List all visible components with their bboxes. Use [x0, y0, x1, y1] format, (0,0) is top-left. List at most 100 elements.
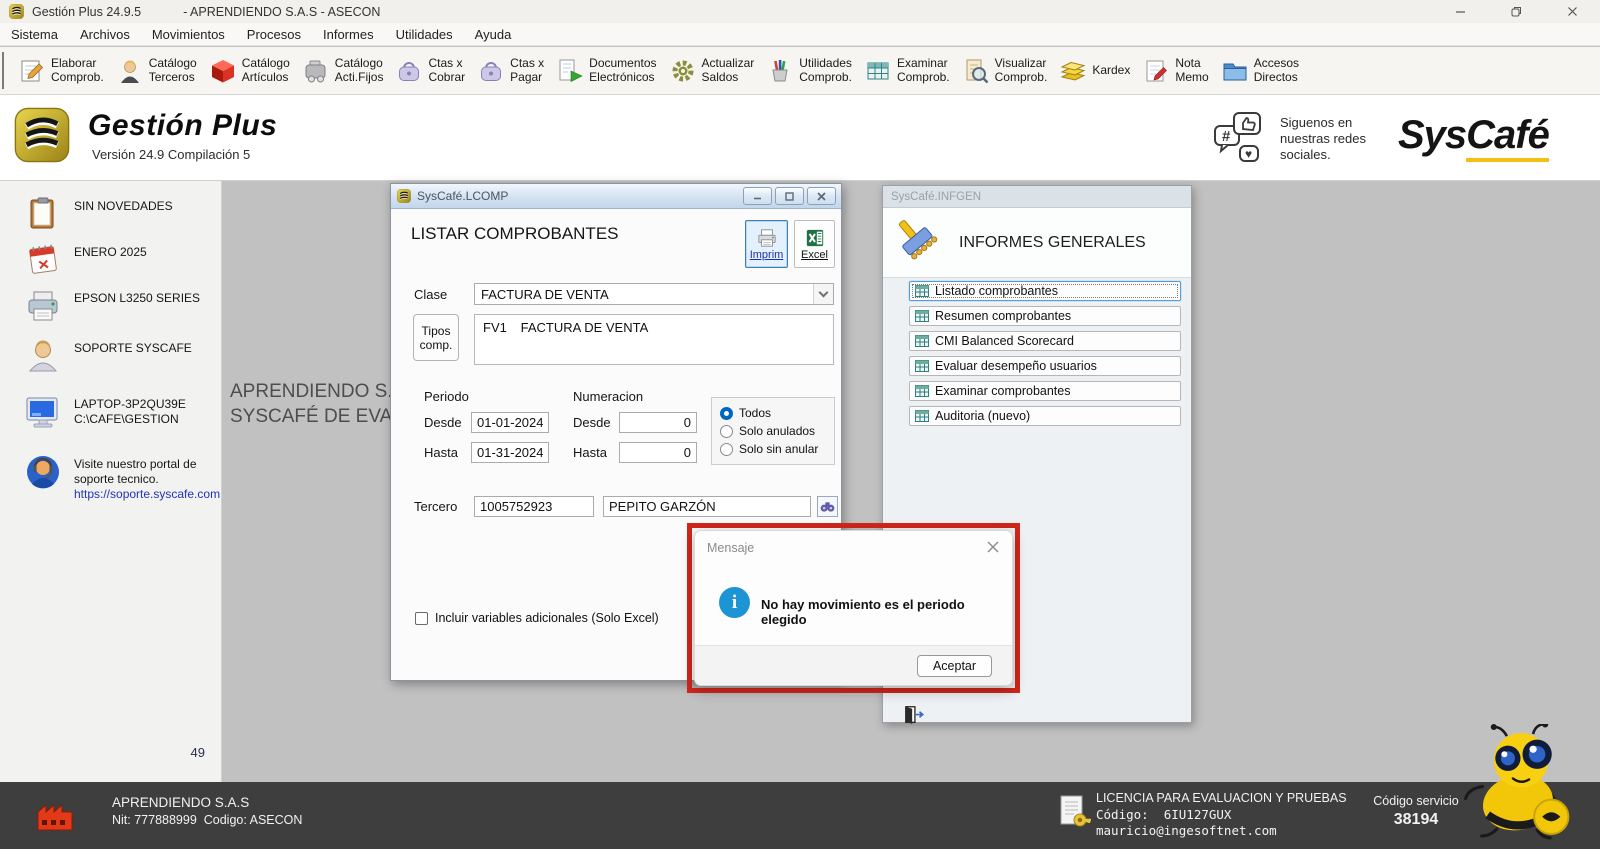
gear-icon	[669, 57, 697, 85]
machine-icon	[302, 57, 330, 85]
tipos-comp-button[interactable]: Tipos comp.	[413, 314, 459, 361]
service-code-value: 38194	[1358, 811, 1474, 829]
toolbar-catalogo-terceros[interactable]: CatálogoTerceros	[110, 55, 203, 87]
soporte-link[interactable]: https://soporte.syscafe.com	[74, 487, 220, 501]
numeracion-hasta-label: Hasta	[573, 445, 607, 460]
restore-button[interactable]	[1488, 0, 1544, 23]
numeracion-hasta-input[interactable]	[619, 442, 697, 463]
purse-icon	[395, 57, 423, 85]
radio-solo-anulados[interactable]: Solo anulados	[720, 422, 834, 440]
toolbar-catalogo-actifijos[interactable]: CatálogoActi.Fijos	[296, 55, 390, 87]
brand-header: Gestión Plus Versión 24.9 Compilación 5 …	[0, 95, 1600, 181]
menu-ayuda[interactable]: Ayuda	[464, 23, 523, 45]
incluir-variables-checkbox[interactable]: Incluir variables adicionales (Solo Exce…	[415, 611, 659, 625]
tipos-list[interactable]: FV1 FACTURA DE VENTA	[474, 314, 834, 365]
imprimir-button[interactable]: Imprim	[745, 220, 788, 268]
evaluar-desempeno-button[interactable]: Evaluar desempeño usuarios	[909, 356, 1181, 376]
lcomp-maximize-button[interactable]	[775, 187, 804, 205]
dialog-close-icon[interactable]	[986, 540, 1000, 554]
listado-comprobantes-button[interactable]: Listado comprobantes	[909, 281, 1181, 301]
periodo-desde-input[interactable]	[471, 412, 549, 433]
sidebar-item-periodo[interactable]: ENERO 2025	[24, 241, 147, 279]
sidebar-item-printer[interactable]: EPSON L3250 SERIES	[24, 287, 200, 325]
radio-icon[interactable]	[720, 443, 733, 456]
toolbar-kardex[interactable]: Kardex	[1053, 55, 1136, 87]
excel-icon	[805, 228, 825, 248]
checkbox-icon[interactable]	[415, 612, 428, 625]
lcomp-minimize-button[interactable]	[743, 187, 772, 205]
lcomp-titlebar[interactable]: SysCafé.LCOMP	[391, 184, 841, 209]
minimize-button[interactable]	[1432, 0, 1488, 23]
numeracion-desde-input[interactable]	[619, 412, 697, 433]
application-window: Gestión Plus 24.9.5 - APRENDIENDO S.A.S …	[0, 0, 1600, 849]
toolbar-utilidades-comprob[interactable]: UtilidadesComprob.	[760, 55, 858, 87]
toolbar-ctas-cobrar[interactable]: Ctas xCobrar	[389, 55, 471, 87]
statusbar-company: APRENDIENDO S.A.S	[112, 795, 249, 810]
service-code-label: Código servicio	[1358, 794, 1474, 808]
numeracion-desde-label: Desde	[573, 415, 611, 430]
resumen-comprobantes-button[interactable]: Resumen comprobantes	[909, 306, 1181, 326]
tercero-name-input[interactable]	[603, 496, 811, 517]
compose-note-icon	[18, 57, 46, 85]
menu-informes[interactable]: Informes	[312, 23, 385, 45]
radio-icon[interactable]	[720, 425, 733, 438]
toolbar-examinar-comprob[interactable]: ExaminarComprob.	[858, 55, 956, 87]
license-title: LICENCIA PARA EVALUACION Y PRUEBAS	[1096, 791, 1347, 805]
tercero-code-input[interactable]	[474, 496, 594, 517]
chevron-down-icon[interactable]	[813, 284, 833, 304]
red-cube-icon	[209, 57, 237, 85]
toolbar-nota-memo[interactable]: NotaMemo	[1136, 55, 1214, 87]
sidebar-item-usuario[interactable]: SOPORTE SYSCAFE	[24, 337, 192, 375]
menu-procesos[interactable]: Procesos	[236, 23, 312, 45]
document-magnifier-icon	[962, 57, 990, 85]
toolbar-catalogo-articulos[interactable]: CatálogoArtículos	[203, 55, 296, 87]
toolbar-actualizar-saldos[interactable]: ActualizarSaldos	[663, 55, 761, 87]
headset-support-icon	[24, 453, 62, 491]
report-table-icon	[915, 410, 929, 422]
infgen-titlebar[interactable]: SysCafé.INFGEN	[883, 186, 1191, 208]
user-icon	[24, 337, 62, 375]
infgen-header: INFORMES GENERALES	[883, 208, 1191, 278]
lcomp-close-button[interactable]	[807, 187, 836, 205]
toolbar-documentos-electronicos[interactable]: DocumentosElectrónicos	[550, 55, 662, 87]
clase-select[interactable]: FACTURA DE VENTA	[474, 283, 834, 305]
auditoria-button[interactable]: Auditoria (nuevo)	[909, 406, 1181, 426]
numeracion-label: Numeracion	[573, 389, 643, 404]
close-button[interactable]	[1544, 0, 1600, 23]
clase-label: Clase	[414, 287, 447, 302]
menu-archivos[interactable]: Archivos	[69, 23, 141, 45]
sidebar-item-equipo[interactable]: LAPTOP-3P2QU39EC:\CAFE\GESTION	[24, 393, 186, 431]
radio-todos[interactable]: Todos	[720, 404, 834, 422]
buscar-tercero-button[interactable]	[817, 496, 838, 517]
exit-door-icon[interactable]	[903, 704, 925, 726]
memo-note-icon	[1142, 57, 1170, 85]
aceptar-button[interactable]: Aceptar	[917, 655, 992, 677]
toolbar: ElaborarComprob. CatálogoTerceros Catálo…	[0, 47, 1600, 95]
menu-utilidades[interactable]: Utilidades	[385, 23, 464, 45]
excel-button[interactable]: Excel	[794, 220, 835, 268]
brand-title: Gestión Plus	[88, 109, 277, 143]
examinar-comprobantes-button[interactable]: Examinar comprobantes	[909, 381, 1181, 401]
app-logo-icon	[397, 189, 411, 203]
report-table-icon	[915, 310, 929, 322]
radio-solo-sin-anular[interactable]: Solo sin anular	[720, 440, 834, 458]
sidebar: SIN NOVEDADES ENERO 2025 EPSON L3250 SER…	[0, 181, 222, 782]
menu-movimientos[interactable]: Movimientos	[141, 23, 236, 45]
social-networks-icon: # ♥	[1212, 109, 1270, 167]
app-logo-icon	[9, 4, 24, 19]
dialog-message: No hay movimiento es el periodo elegido	[761, 597, 1012, 627]
cmi-balanced-scorecard-button[interactable]: CMI Balanced Scorecard	[909, 331, 1181, 351]
estado-groupbox: Todos Solo anulados Solo sin anular	[711, 397, 835, 465]
menu-sistema[interactable]: Sistema	[0, 23, 69, 45]
titlebar[interactable]: Gestión Plus 24.9.5 - APRENDIENDO S.A.S …	[0, 0, 1600, 23]
toolbar-accesos-directos[interactable]: AccesosDirectos	[1215, 55, 1305, 87]
infgen-heading: INFORMES GENERALES	[959, 234, 1146, 252]
sidebar-item-soporte-portal[interactable]: Visite nuestro portal desoporte tecnico.…	[24, 453, 220, 502]
periodo-hasta-input[interactable]	[471, 442, 549, 463]
toolbar-visualizar-comprob[interactable]: VisualizarComprob.	[956, 55, 1054, 87]
toolbar-ctas-pagar[interactable]: Ctas xPagar	[471, 55, 550, 87]
toolbar-elaborar-comprob[interactable]: ElaborarComprob.	[12, 55, 110, 87]
radio-icon[interactable]	[720, 407, 733, 420]
sidebar-item-novedades[interactable]: SIN NOVEDADES	[24, 195, 173, 233]
license-email: mauricio@ingesoftnet.com	[1096, 823, 1277, 838]
